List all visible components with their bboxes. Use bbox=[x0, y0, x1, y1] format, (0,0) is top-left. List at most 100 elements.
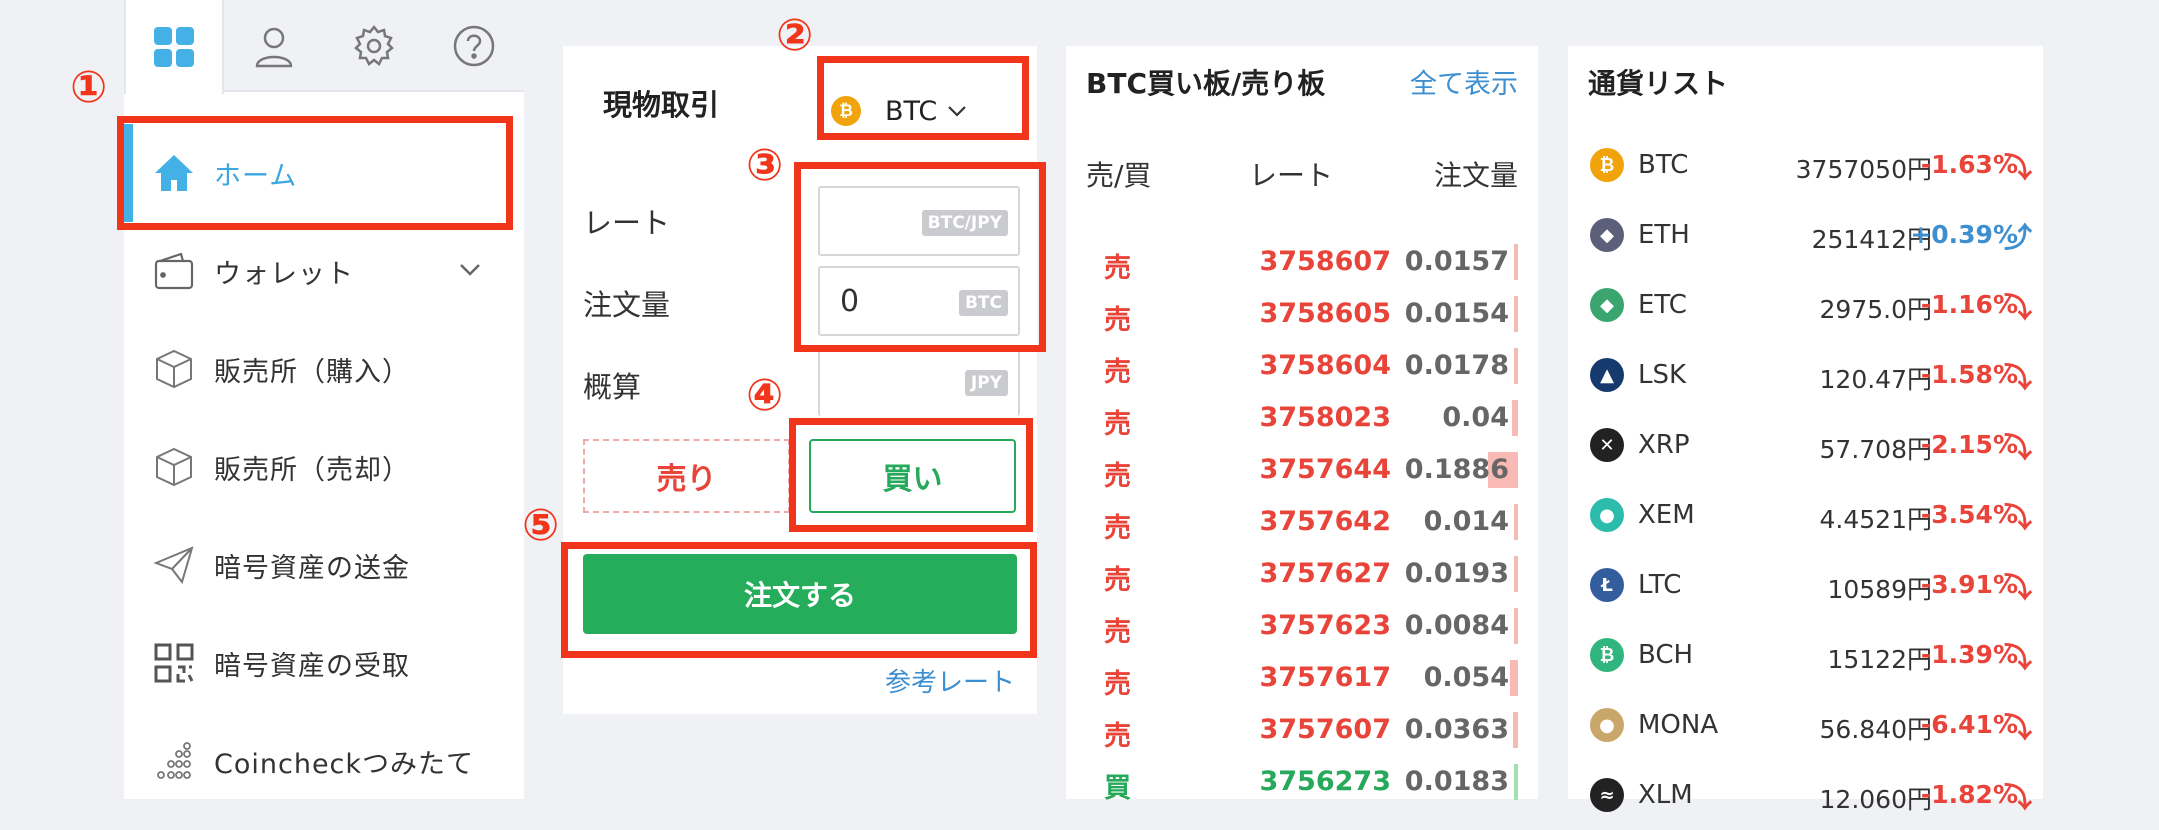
currency-change: -1.82% bbox=[1920, 780, 2018, 809]
depth-bar bbox=[1514, 244, 1518, 280]
tab-account[interactable] bbox=[224, 0, 324, 92]
tab-settings[interactable] bbox=[324, 0, 424, 92]
trend-down-icon: ⤵ bbox=[2004, 641, 2033, 674]
order-book-row[interactable]: 売 3757623 0.0084 bbox=[1066, 600, 1538, 652]
trend-down-icon: ⤵ bbox=[2004, 431, 2033, 464]
order-book-row[interactable]: 売 3757617 0.054 bbox=[1066, 652, 1538, 704]
order-side: 売 bbox=[1104, 617, 1131, 648]
currency-symbol: LSK bbox=[1638, 360, 1687, 390]
sidebar-tabs bbox=[124, 0, 524, 94]
order-book-row[interactable]: 売 3758023 0.04 bbox=[1066, 392, 1538, 444]
order-book-panel: BTC買い板/売り板 全て表示 売/買 レート 注文量 売 3758607 0.01… bbox=[1066, 46, 1538, 804]
annotation-number-2: ② bbox=[776, 10, 814, 61]
currency-row-bch[interactable]: ₿ BCH 15122円 -1.39% ⤵ bbox=[1568, 620, 2043, 690]
order-book-row[interactable]: 売 3757607 0.0363 bbox=[1066, 704, 1538, 756]
tab-dashboard[interactable] bbox=[124, 0, 224, 94]
order-book-row[interactable]: 売 3757642 0.014 bbox=[1066, 496, 1538, 548]
currency-change: -6.41% bbox=[1920, 710, 2018, 739]
currency-row-btc[interactable]: ₿ BTC 3757050円 -1.63% ⤵ bbox=[1568, 130, 2043, 200]
depth-bar bbox=[1514, 504, 1518, 540]
lsk-icon: ▲ bbox=[1590, 358, 1624, 392]
sidebar-item-wallet[interactable]: ウォレット bbox=[124, 222, 524, 320]
order-amount: 0.0157 bbox=[1404, 246, 1509, 277]
annotation-box-1 bbox=[117, 116, 513, 230]
xlm-icon: ≈ bbox=[1590, 778, 1624, 812]
rate-label: レート bbox=[583, 206, 671, 240]
mona-icon: ● bbox=[1590, 708, 1624, 742]
sidebar-item-buy[interactable]: 販売所（購入） bbox=[124, 320, 524, 418]
sidebar-item-tsumitate[interactable]: Coincheckつみたて bbox=[124, 712, 524, 810]
currency-row-xrp[interactable]: ✕ XRP 57.708円 -2.15% ⤵ bbox=[1568, 410, 2043, 480]
tab-help[interactable] bbox=[424, 0, 524, 92]
order-book-row[interactable]: 売 3758604 0.0178 bbox=[1066, 340, 1538, 392]
currency-row-ltc[interactable]: Ł LTC 10589円 -3.91% ⤵ bbox=[1568, 550, 2043, 620]
estimate-unit-tag: JPY bbox=[964, 370, 1008, 396]
order-side: 売 bbox=[1104, 461, 1131, 492]
order-amount: 0.0178 bbox=[1404, 350, 1509, 381]
currency-symbol: ETC bbox=[1638, 290, 1687, 320]
bch-icon: ₿ bbox=[1590, 638, 1624, 672]
currency-change: +0.39% bbox=[1910, 220, 2018, 249]
currency-change: -1.16% bbox=[1920, 290, 2018, 319]
order-side: 買 bbox=[1104, 773, 1131, 804]
currency-change: -1.58% bbox=[1920, 360, 2018, 389]
annotation-box-3 bbox=[794, 162, 1046, 352]
currency-symbol: XEM bbox=[1638, 500, 1695, 530]
annotation-number-3: ③ bbox=[746, 140, 784, 191]
order-book-row[interactable]: 売 3757644 0.1886 bbox=[1066, 444, 1538, 496]
currency-row-lsk[interactable]: ▲ LSK 120.47円 -1.58% ⤵ bbox=[1568, 340, 2043, 410]
order-book-row[interactable]: 売 3758605 0.0154 bbox=[1066, 288, 1538, 340]
currency-row-xem[interactable]: ● XEM 4.4521円 -3.54% ⤵ bbox=[1568, 480, 2043, 550]
xrp-icon: ✕ bbox=[1590, 428, 1624, 462]
depth-bar bbox=[1514, 348, 1518, 384]
order-book-row[interactable]: 売 3757627 0.0193 bbox=[1066, 548, 1538, 600]
dots-icon bbox=[152, 739, 196, 783]
currency-change: -1.39% bbox=[1920, 640, 2018, 669]
grid-icon bbox=[154, 27, 194, 67]
sidebar-item-send[interactable]: 暗号資産の送金 bbox=[124, 516, 524, 614]
annotation-box-4 bbox=[789, 418, 1033, 532]
sell-toggle-button[interactable]: 売り bbox=[583, 439, 790, 513]
order-side: 売 bbox=[1104, 409, 1131, 440]
trend-down-icon: ⤵ bbox=[2004, 151, 2033, 184]
show-all-link[interactable]: 全て表示 bbox=[1410, 62, 1518, 101]
currency-change: -3.54% bbox=[1920, 500, 2018, 529]
box-icon bbox=[152, 347, 196, 391]
order-side: 売 bbox=[1104, 669, 1131, 700]
xem-icon: ● bbox=[1590, 498, 1624, 532]
order-book-row[interactable]: 売 3758607 0.0157 bbox=[1066, 236, 1538, 288]
depth-bar bbox=[1514, 556, 1518, 592]
order-side: 売 bbox=[1104, 513, 1131, 544]
order-amount: 0.04 bbox=[1442, 402, 1509, 433]
currency-change: -3.91% bbox=[1920, 570, 2018, 599]
reference-rate-link[interactable]: 参考レート bbox=[885, 662, 1015, 699]
sidebar-item-label: 販売所（購入） bbox=[214, 356, 410, 388]
annotation-number-5: ⑤ bbox=[522, 500, 560, 551]
trend-up-icon: ⤴ bbox=[2004, 221, 2033, 254]
depth-bar bbox=[1514, 764, 1518, 800]
sidebar-item-label: 暗号資産の送金 bbox=[214, 552, 410, 584]
order-amount: 0.0363 bbox=[1404, 714, 1509, 745]
depth-bar bbox=[1510, 660, 1518, 696]
currency-row-etc[interactable]: ◆ ETC 2975.0円 -1.16% ⤵ bbox=[1568, 270, 2043, 340]
currency-row-mona[interactable]: ● MONA 56.840円 -6.41% ⤵ bbox=[1568, 690, 2043, 760]
currency-symbol: LTC bbox=[1638, 570, 1682, 600]
trend-down-icon: ⤵ bbox=[2004, 501, 2033, 534]
order-book-title: BTC買い板/売り板 bbox=[1086, 67, 1326, 100]
sidebar-item-receive[interactable]: 暗号資産の受取 bbox=[124, 614, 524, 712]
help-icon bbox=[453, 25, 495, 67]
column-header-side: 売/買 bbox=[1086, 159, 1152, 192]
sidebar-item-label: Coincheckつみたて bbox=[214, 748, 475, 780]
currency-symbol: MONA bbox=[1638, 710, 1719, 740]
trend-down-icon: ⤵ bbox=[2004, 711, 2033, 744]
currency-symbol: BCH bbox=[1638, 640, 1694, 670]
currency-row-eth[interactable]: ◆ ETH 251412円 +0.39% ⤴ bbox=[1568, 200, 2043, 270]
sidebar-item-sell[interactable]: 販売所（売却） bbox=[124, 418, 524, 516]
order-amount: 0.0154 bbox=[1404, 298, 1509, 329]
order-amount: 0.1886 bbox=[1404, 454, 1509, 485]
order-amount: 0.0193 bbox=[1404, 558, 1509, 589]
currency-row-xlm[interactable]: ≈ XLM 12.060円 -1.82% ⤵ bbox=[1568, 760, 2043, 830]
order-book-row[interactable]: 買 3756273 0.0183 bbox=[1066, 756, 1538, 808]
order-amount: 0.0183 bbox=[1404, 766, 1509, 797]
trend-down-icon: ⤵ bbox=[2004, 781, 2033, 814]
